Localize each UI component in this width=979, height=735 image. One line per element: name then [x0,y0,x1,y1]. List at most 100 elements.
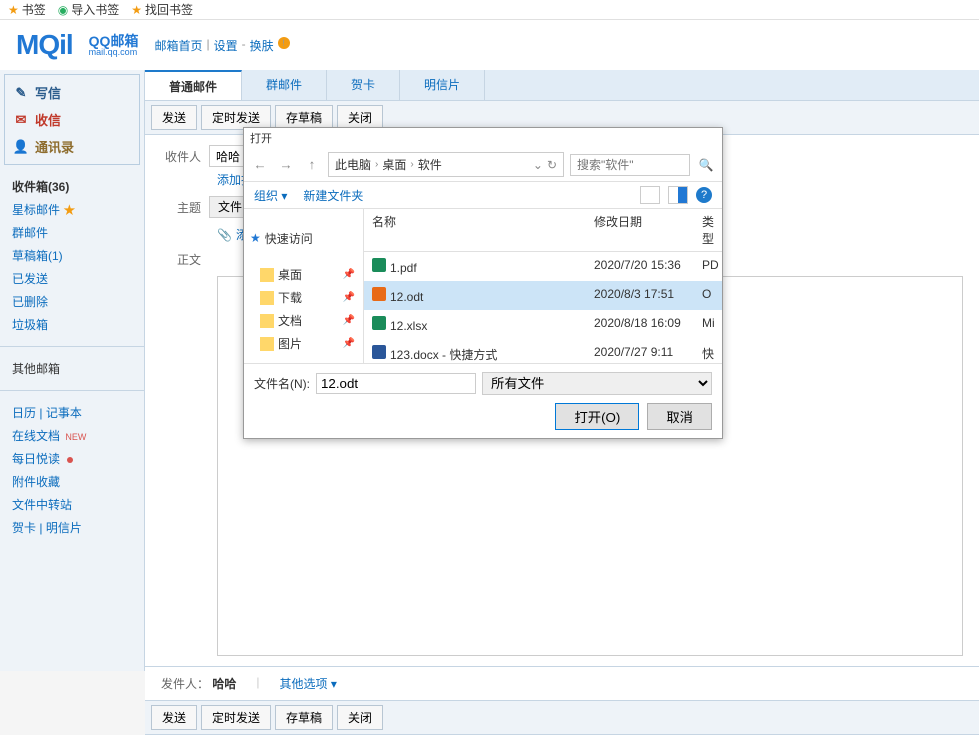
file-row[interactable]: 1.pdf2020/7/20 15:36PD [364,252,722,281]
filename-input[interactable] [316,373,476,394]
send-button-bottom[interactable]: 发送 [151,705,197,730]
warning-icon[interactable]: ! [278,37,290,49]
view-options-button[interactable] [640,186,660,204]
spam-link[interactable]: 垃圾箱 [4,313,140,336]
timed-send-button-bottom[interactable]: 定时发送 [201,705,271,730]
save-draft-button-bottom[interactable]: 存草稿 [275,705,333,730]
file-name: 1.pdf [390,261,417,275]
crumb-folder[interactable]: 软件 [418,156,442,173]
file-row[interactable]: 123.docx - 快捷方式2020/7/27 9:11快 [364,339,722,363]
calendar-label: 日历 [12,406,36,420]
tree-label: 桌面 [278,266,302,283]
notes-label: 记事本 [46,406,82,420]
skin-link[interactable]: 换肤 [250,37,274,54]
crumb-desktop[interactable]: 桌面 [382,156,406,173]
file-type: O [698,283,722,308]
sent-link[interactable]: 已发送 [4,267,140,290]
brand-domain: mail.qq.com [89,48,139,57]
greeting-postcard-link[interactable]: 贺卡 | 明信片 [4,516,140,539]
inbox-icon: ✉ [13,112,29,128]
home-link[interactable]: 邮箱首页 [154,37,202,54]
bookmark-item[interactable]: ★ 书签 [8,1,46,18]
search-icon[interactable]: 🔍 [696,158,716,172]
new-folder-button[interactable]: 新建文件夹 [303,187,363,204]
col-date-header[interactable]: 修改日期 [590,209,698,251]
search-input[interactable] [570,154,690,176]
file-relay-link[interactable]: 文件中转站 [4,493,140,516]
starred-label: 星标邮件 [12,203,60,217]
file-row[interactable]: 12.xlsx2020/8/18 16:09Mi [364,310,722,339]
tree-documents[interactable]: 文档 📌 [244,309,363,332]
sender-label: 发件人： [161,677,209,691]
file-row[interactable]: 12.odt2020/8/3 17:51O [364,281,722,310]
compose-toolbar-bottom: 发送 定时发送 存草稿 关闭 [145,700,979,735]
tab-postcard[interactable]: 明信片 [400,70,485,100]
header-links: 邮箱首页 | 设置 - 换肤 ! [154,37,289,54]
daily-read-label: 每日悦读 [12,452,60,466]
settings-link[interactable]: 设置 [214,37,238,54]
dialog-title: 打开 [244,128,722,148]
tab-normal[interactable]: 普通邮件 [145,70,242,100]
pin-icon: 📌 [343,338,355,349]
tree-label: 文档 [278,312,302,329]
organize-menu[interactable]: 组织 ▾ [254,187,287,204]
tree-quick-access[interactable]: ★ 快速访问 [244,213,363,263]
daily-read-link[interactable]: 每日悦读 [4,447,140,470]
chevron-down-icon[interactable]: ⌄ [533,158,543,172]
help-icon[interactable]: ? [696,187,712,203]
bookmark-label: 导入书签 [71,1,119,18]
other-options-link[interactable]: 其他选项 ▾ [280,675,337,692]
sidebar-other-mailboxes: 其他邮箱 [0,351,144,386]
refresh-icon[interactable]: ↻ [547,158,557,172]
open-button[interactable]: 打开(O) [555,403,639,430]
file-date: 2020/8/3 17:51 [590,283,698,308]
crumb-pc[interactable]: 此电脑 [335,156,371,173]
pencil-icon: ✎ [13,85,29,101]
tree-downloads[interactable]: 下载 📌 [244,286,363,309]
online-doc-link[interactable]: 在线文档 NEW [4,424,140,447]
group-link[interactable]: 群邮件 [4,221,140,244]
tab-group[interactable]: 群邮件 [242,70,327,100]
file-type: PD [698,254,722,279]
sidebar-actions: ✎ 写信 ✉ 收信 👤 通讯录 [4,74,140,165]
attach-fav-link[interactable]: 附件收藏 [4,470,140,493]
tab-greeting[interactable]: 贺卡 [327,70,400,100]
chevron-down-icon: ▾ [281,189,287,203]
cancel-button[interactable]: 取消 [647,403,712,430]
compose-button[interactable]: ✎ 写信 [5,79,139,106]
inbox-link[interactable]: 收件箱(36) [4,175,140,198]
file-type-icon [372,287,386,301]
notification-dot-icon [67,457,73,463]
other-header[interactable]: 其他邮箱 [4,357,140,380]
file-type-filter[interactable]: 所有文件 [482,372,712,395]
file-open-dialog: 打开 ← → ↑ 此电脑 › 桌面 › 软件 ⌄ ↻ 🔍 组织 ▾ 新建文件夹 … [243,127,723,439]
dialog-nav-row: ← → ↑ 此电脑 › 桌面 › 软件 ⌄ ↻ 🔍 [244,148,722,181]
file-name: 12.xlsx [390,319,427,333]
nav-forward-button[interactable]: → [276,155,296,175]
starred-link[interactable]: 星标邮件 ★ [4,198,140,221]
receive-button[interactable]: ✉ 收信 [5,106,139,133]
calendar-notes-link[interactable]: 日历 | 记事本 [4,401,140,424]
col-name-header[interactable]: 名称 [364,209,590,251]
preview-pane-button[interactable] [668,186,688,204]
bookmark-label: 书签 [22,1,46,18]
close-button-bottom[interactable]: 关闭 [337,705,383,730]
send-button[interactable]: 发送 [151,105,197,130]
col-type-header[interactable]: 类型 [698,209,722,251]
tree-pictures[interactable]: 图片 📌 [244,332,363,355]
nav-back-button[interactable]: ← [250,155,270,175]
tree-desktop[interactable]: 桌面 📌 [244,263,363,286]
contacts-button[interactable]: 👤 通讯录 [5,133,139,160]
tree-label: 图片 [278,335,302,352]
drafts-link[interactable]: 草稿箱(1) [4,244,140,267]
bookmark-import[interactable]: ◉ 导入书签 [58,1,120,18]
breadcrumb[interactable]: 此电脑 › 桌面 › 软件 ⌄ ↻ [328,152,564,177]
chevron-down-icon: ▾ [331,677,337,691]
sidebar-folders: 收件箱(36) 星标邮件 ★ 群邮件 草稿箱(1) 已发送 已删除 垃圾箱 [0,169,144,342]
nav-up-button[interactable]: ↑ [302,155,322,175]
deleted-link[interactable]: 已删除 [4,290,140,313]
pin-icon: 📌 [343,292,355,303]
folder-icon [260,337,274,351]
bookmark-recover[interactable]: ★ 找回书签 [131,1,193,18]
contacts-label: 通讯录 [35,137,74,156]
